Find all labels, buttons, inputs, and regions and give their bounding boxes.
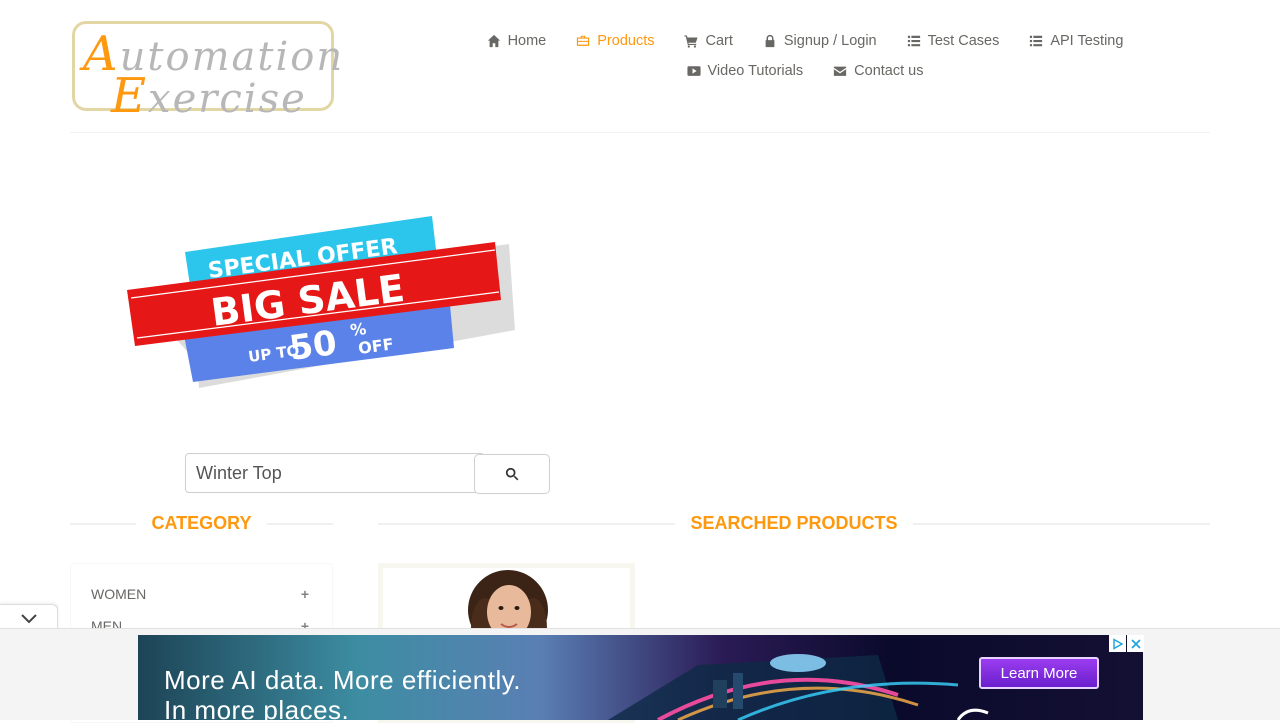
searched-products-heading: SEARCHED PRODUCTS [378,512,1210,534]
ad-learn-more-button[interactable]: Learn More [979,657,1099,689]
list-icon [907,35,920,47]
searched-products-title: SEARCHED PRODUCTS [675,512,913,534]
search-icon [505,467,519,481]
envelope-icon [834,66,847,76]
home-icon [487,34,500,48]
nav-contact-us[interactable]: Contact us [833,63,923,79]
category-women[interactable]: WOMEN + [91,586,309,602]
plus-icon[interactable]: + [301,586,309,602]
main-nav: Home Products Cart Signup / Login Test C… [465,26,1145,86]
nav-home[interactable]: Home [487,33,547,49]
nav-products[interactable]: Products [576,33,654,49]
ad-choices-button[interactable] [1109,635,1126,652]
nav-video-tutorials[interactable]: Video Tutorials [686,63,804,79]
category-title: CATEGORY [136,512,267,534]
ad-headline-line2: In more places. [164,695,350,720]
ad-controls [1109,635,1144,652]
banner-percent-sign: % [349,319,367,340]
cart-icon [684,35,699,48]
nav-contact-us-label: Contact us [854,63,924,79]
ad-headline-line1: More AI data. More efficiently. [164,665,522,695]
search-input[interactable] [185,453,485,493]
adchoices-icon [1112,637,1123,650]
nav-api-testing[interactable]: API Testing [1029,33,1123,49]
nav-cart-label: Cart [705,33,733,49]
logo-line-2: Exercise [111,68,307,124]
chevron-down-icon [20,613,37,623]
nav-home-label: Home [507,33,547,49]
site-header: Automation Exercise Home Products Cart S… [70,0,1210,133]
lock-icon [765,34,775,48]
nav-test-cases-label: Test Cases [927,33,1000,49]
nav-cart[interactable]: Cart [684,33,733,49]
ad-headline: More AI data. More efficiently. In more … [164,665,521,720]
special-offer-banner: SPECIAL OFFER BIG SALE UP TO 50 % OFF [127,212,515,390]
category-women-label: WOMEN [91,586,147,602]
nav-products-label: Products [597,33,655,49]
nav-video-tutorials-label: Video Tutorials [707,63,804,79]
nav-api-testing-label: API Testing [1050,33,1124,49]
nav-test-cases[interactable]: Test Cases [907,33,1000,49]
bottom-ad-banner[interactable]: More AI data. More efficiently. In more … [138,635,1143,720]
banner-percent: 50 [287,323,339,369]
youtube-icon [686,66,701,76]
list-icon [1030,35,1043,47]
site-logo[interactable]: Automation Exercise [72,21,342,124]
briefcase-icon [577,35,590,46]
nav-signup-login[interactable]: Signup / Login [763,33,877,49]
ad-close-button[interactable] [1127,635,1144,652]
search-button[interactable] [474,454,550,494]
close-icon [1130,638,1141,649]
nav-signup-login-label: Signup / Login [783,33,877,49]
category-heading: CATEGORY [70,512,333,534]
